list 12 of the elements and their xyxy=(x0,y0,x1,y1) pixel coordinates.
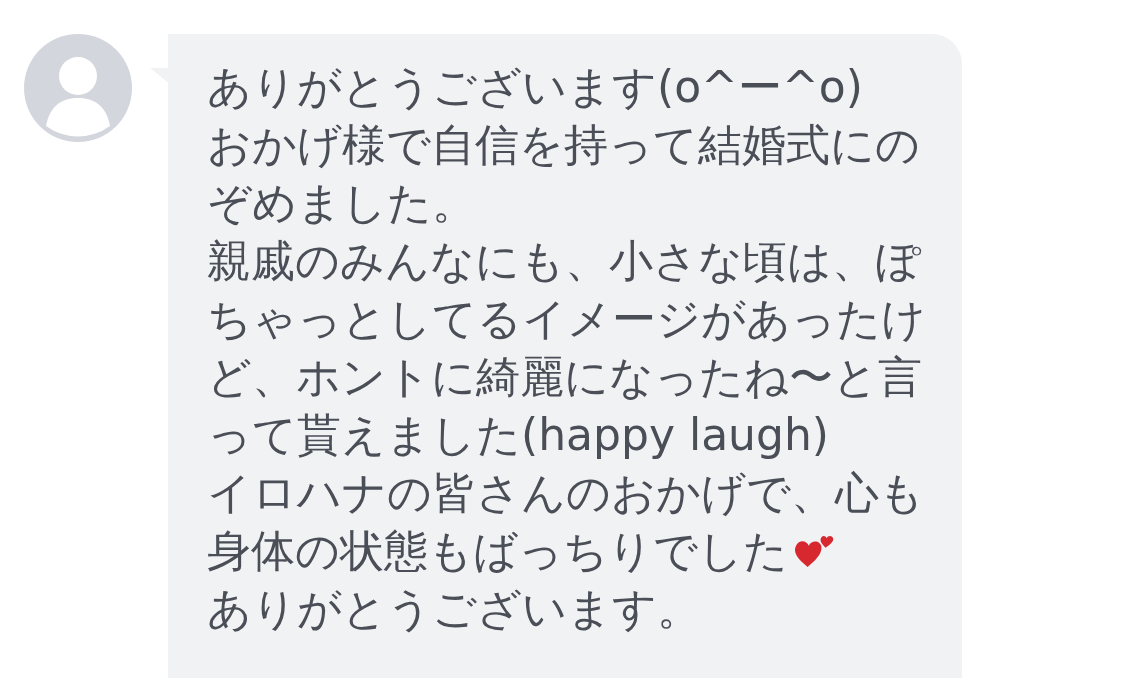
message-text: 身体の状態もばっちりでした xyxy=(207,524,788,578)
message-text: ぞめました。 xyxy=(207,176,476,230)
message-text: ちゃっとしてるイメージがあったけ xyxy=(207,292,926,346)
message-text: って貰えました(happy laugh) xyxy=(207,408,829,462)
message-text: ありがとうございます(o^ー^o) xyxy=(207,60,863,114)
hearts-icon xyxy=(792,533,836,569)
message-text: イロハナの皆さんのおかげで、心も xyxy=(207,466,924,520)
message-text: 親戚のみんなにも、小さな頃は、ぽ xyxy=(207,234,921,288)
message-text: おかげ様で自信を持って結婚式にの xyxy=(207,118,920,172)
avatar-icon xyxy=(24,34,132,142)
message-text: ど、ホントに綺麗になったね〜と言 xyxy=(207,350,922,404)
message-text: ありがとうございます。 xyxy=(207,582,701,636)
